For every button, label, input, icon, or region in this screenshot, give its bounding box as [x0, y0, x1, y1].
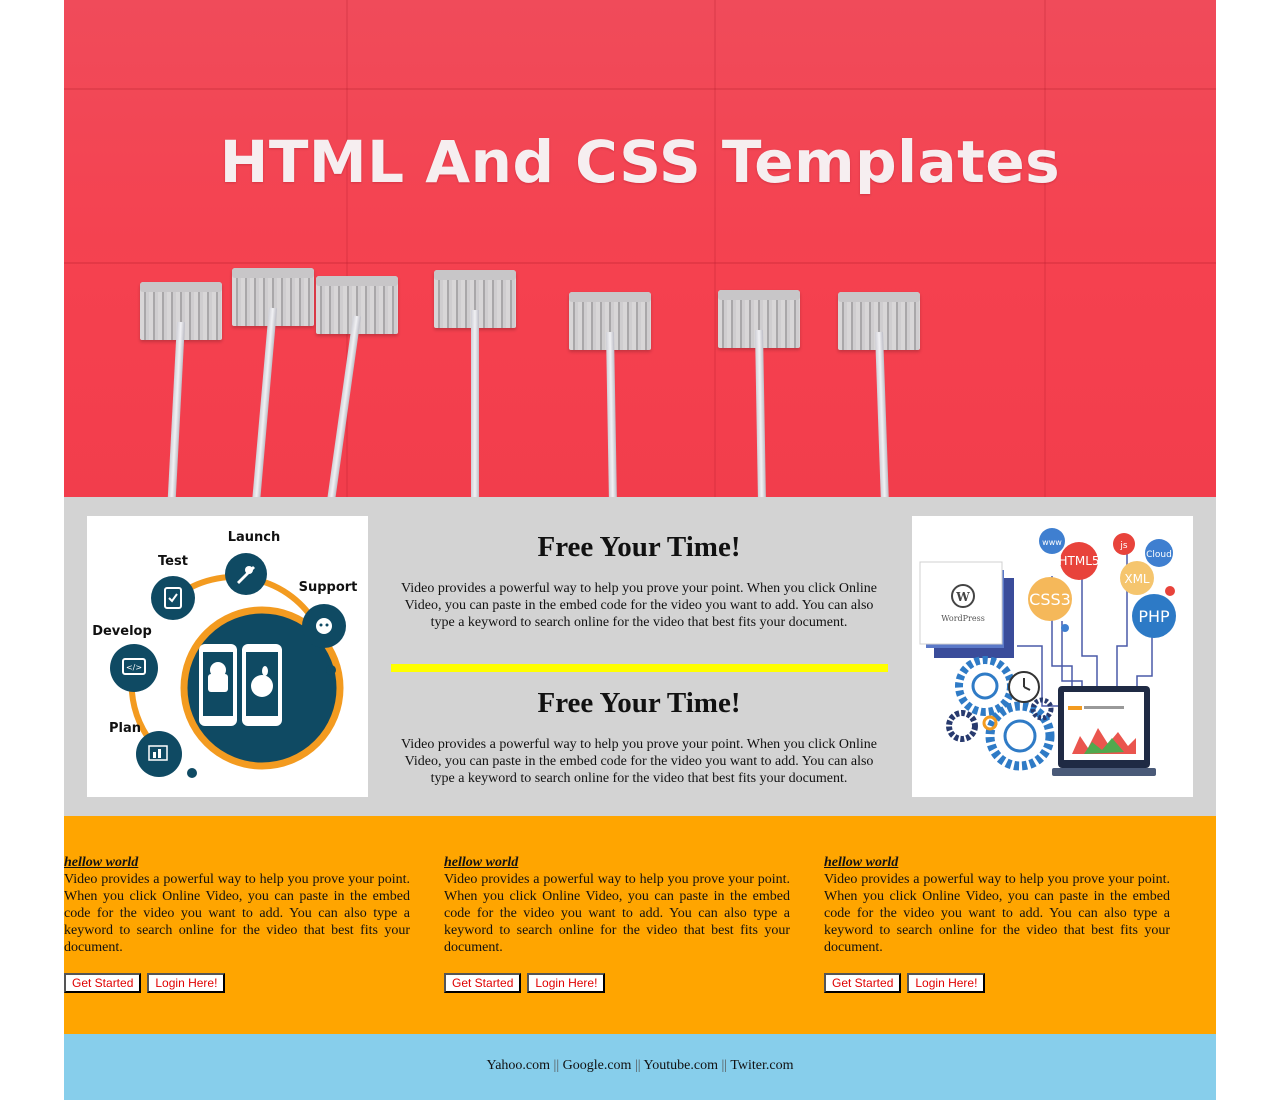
block-text: Video provides a powerful way to help yo…	[401, 737, 877, 786]
block-text: Video provides a powerful way to help yo…	[401, 581, 877, 630]
bubble-www: www	[1042, 538, 1062, 547]
monitor-icon	[1052, 686, 1156, 776]
bubble-js: js	[1119, 541, 1128, 551]
login-button[interactable]: Login Here!	[907, 973, 986, 993]
column-text: Video provides a powerful way to help yo…	[824, 872, 1170, 955]
info-column: hellow world Video provides a powerful w…	[64, 854, 410, 993]
column-text: Video provides a powerful way to help yo…	[444, 872, 790, 955]
footer-link-twitter[interactable]: Twiter.com	[730, 1058, 793, 1073]
info-column: hellow world Video provides a powerful w…	[444, 854, 790, 993]
android-icon	[199, 644, 237, 726]
apple-icon	[242, 644, 282, 726]
column-text: Video provides a powerful way to help yo…	[64, 872, 410, 955]
wall-seam	[346, 0, 348, 497]
gears-icon	[946, 656, 1055, 771]
bubble-html5: HTML5	[1058, 554, 1099, 568]
button-group: Get Started Login Here!	[824, 973, 1170, 993]
web-technologies-image: W WordPress www HTML5 js Cloud CSS3 XML …	[912, 516, 1193, 797]
footer: Yahoo.com || Google.com || Youtube.com |…	[64, 1034, 1216, 1100]
get-started-button[interactable]: Get Started	[444, 973, 522, 993]
clock-icon	[1008, 671, 1040, 703]
diagram-label-test: Test	[158, 554, 188, 569]
diagram-label-develop: Develop	[92, 624, 152, 639]
hero-title: HTML And CSS Templates	[219, 128, 1061, 196]
hero-banner: HTML And CSS Templates	[64, 0, 1216, 497]
block-title: Free Your Time!	[537, 687, 741, 719]
svg-text:W: W	[955, 590, 970, 604]
app-development-image: </> Launch Test Support Develop Plan	[87, 516, 368, 797]
footer-link-yahoo[interactable]: Yahoo.com	[486, 1058, 550, 1073]
footer-links: Yahoo.com || Google.com || Youtube.com |…	[64, 1058, 1216, 1074]
wall-seam	[714, 0, 716, 497]
column-heading: hellow world	[444, 855, 519, 870]
footer-separator: ||	[553, 1058, 560, 1073]
wordpress-label: WordPress	[941, 614, 985, 623]
headset-icon	[316, 618, 332, 634]
footer-link-youtube[interactable]: Youtube.com	[644, 1058, 718, 1073]
column-heading: hellow world	[64, 855, 139, 870]
wordpress-icon: W	[951, 584, 975, 608]
footer-link-google[interactable]: Google.com	[563, 1058, 632, 1073]
footer-separator: ||	[721, 1058, 728, 1073]
bubble-php: PHP	[1138, 607, 1170, 626]
login-button[interactable]: Login Here!	[527, 973, 606, 993]
bubble-css3: CSS3	[1029, 590, 1071, 609]
feature-section: </> Launch Test Support Develop Plan Fre…	[64, 497, 1216, 816]
diagram-label-launch: Launch	[228, 530, 281, 545]
button-group: Get Started Login Here!	[444, 973, 790, 993]
diagram-label-plan: Plan	[109, 721, 141, 736]
info-column: hellow world Video provides a powerful w…	[824, 854, 1170, 993]
feature-block: Free Your Time! Video provides a powerfu…	[389, 531, 889, 631]
yellow-divider	[391, 664, 888, 672]
login-button[interactable]: Login Here!	[147, 973, 226, 993]
svg-text:</>: </>	[126, 663, 142, 672]
get-started-button[interactable]: Get Started	[64, 973, 142, 993]
wall-seam	[1044, 0, 1046, 497]
column-heading: hellow world	[824, 855, 899, 870]
page: HTML And CSS Templates </> Launch Test S…	[64, 0, 1216, 1100]
button-group: Get Started Login Here!	[64, 973, 410, 993]
block-title: Free Your Time!	[537, 531, 741, 563]
bubble-cloud: Cloud	[1146, 550, 1172, 560]
bubble-xml: XML	[1124, 572, 1150, 586]
info-columns-section: hellow world Video provides a powerful w…	[64, 816, 1216, 1034]
diagram-label-support: Support	[299, 580, 358, 595]
get-started-button[interactable]: Get Started	[824, 973, 902, 993]
feature-block: Free Your Time! Video provides a powerfu…	[389, 687, 889, 787]
footer-separator: ||	[634, 1058, 641, 1073]
